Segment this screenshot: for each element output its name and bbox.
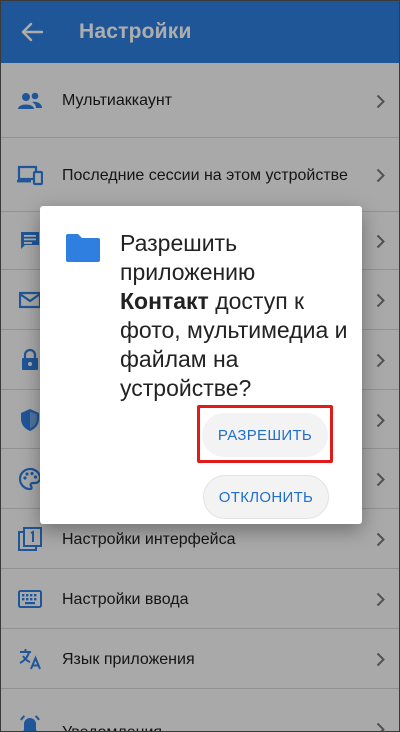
permission-dialog: Разрешить приложению Контакт доступ к фо… [40, 206, 362, 524]
permission-message: Разрешить приложению Контакт доступ к фо… [120, 229, 350, 403]
screen: Настройки Мультиаккаунт Последние сессии… [0, 0, 400, 732]
message-text-start: Разрешить приложению [120, 230, 256, 285]
deny-button[interactable]: ОТКЛОНИТЬ [203, 475, 329, 519]
folder-icon [66, 234, 100, 262]
allow-button-highlight [197, 405, 333, 463]
app-name: Контакт [120, 288, 209, 314]
